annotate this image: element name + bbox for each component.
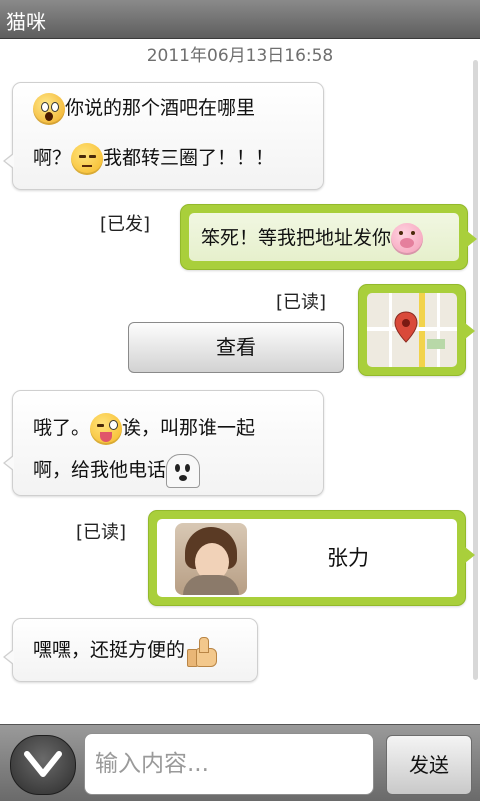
message-text: 笨死！等我把地址发你 <box>201 227 392 249</box>
map-thumbnail[interactable] <box>367 293 457 367</box>
message-line: 嘿嘿，还挺方便的 <box>33 629 218 671</box>
thumbs-up-emoji-icon <box>185 635 218 667</box>
message-text: 我都转三圈了！！！ <box>103 147 275 169</box>
map-pin-icon <box>394 311 418 343</box>
incoming-message-bubble[interactable]: 哦了。 诶，叫那谁一起 啊，给我他电话 <box>3 390 324 496</box>
message-line: 啊？ 我都转三圈了！！！ <box>33 137 274 179</box>
winking-tongue-emoji-icon <box>90 412 123 445</box>
view-map-button[interactable]: 查看 <box>128 322 344 373</box>
ghost-emoji-icon <box>166 453 201 488</box>
message-text: 你说的那个酒吧在哪里 <box>65 97 256 119</box>
message-line: 哦了。 诶，叫那谁一起 <box>33 407 255 449</box>
conversation-title: 猫咪 <box>6 10 46 34</box>
send-button[interactable]: 发送 <box>386 735 472 795</box>
contact-avatar <box>175 523 247 595</box>
message-timestamp: 2011年06月13日16:58 <box>146 46 334 66</box>
message-status: [已读] <box>276 292 327 313</box>
message-line: 你说的那个酒吧在哪里 <box>33 87 255 129</box>
message-text: 诶，叫那谁一起 <box>122 417 256 439</box>
contact-name: 张力 <box>327 546 369 570</box>
contact-card-bubble[interactable]: 张力 <box>148 510 475 606</box>
message-status: [已发] <box>100 214 151 235</box>
message-text: 嘿嘿，还挺方便的 <box>33 639 186 661</box>
incoming-message-bubble[interactable]: 你说的那个酒吧在哪里 啊？ 我都转三圈了！！！ <box>3 82 324 190</box>
message-text: 哦了。 <box>33 417 91 439</box>
message-status: [已读] <box>76 522 127 543</box>
incoming-message-bubble[interactable]: 嘿嘿，还挺方便的 <box>3 618 258 682</box>
message-input[interactable]: 输入内容... <box>84 733 374 795</box>
collapse-button[interactable] <box>10 735 76 795</box>
message-text: 啊？ <box>33 147 72 169</box>
chevron-down-icon <box>24 751 62 777</box>
outgoing-message-bubble[interactable]: 笨死！等我把地址发你 <box>180 204 477 270</box>
composer-bar: 输入内容... 发送 <box>0 724 480 801</box>
chat-list[interactable]: 你说的那个酒吧在哪里 啊？ 我都转三圈了！！！ [已发] 笨死！等我把地址发你 … <box>0 70 480 724</box>
location-message-bubble[interactable] <box>358 284 475 376</box>
message-line: 笨死！等我把地址发你 <box>201 217 424 259</box>
pig-emoji-icon <box>391 222 424 255</box>
title-bar: 猫咪 <box>0 0 480 39</box>
unamused-emoji-icon <box>71 142 104 175</box>
message-line: 啊，给我他电话 <box>33 449 201 491</box>
message-text: 啊，给我他电话 <box>33 459 167 481</box>
scream-emoji-icon <box>33 92 65 125</box>
